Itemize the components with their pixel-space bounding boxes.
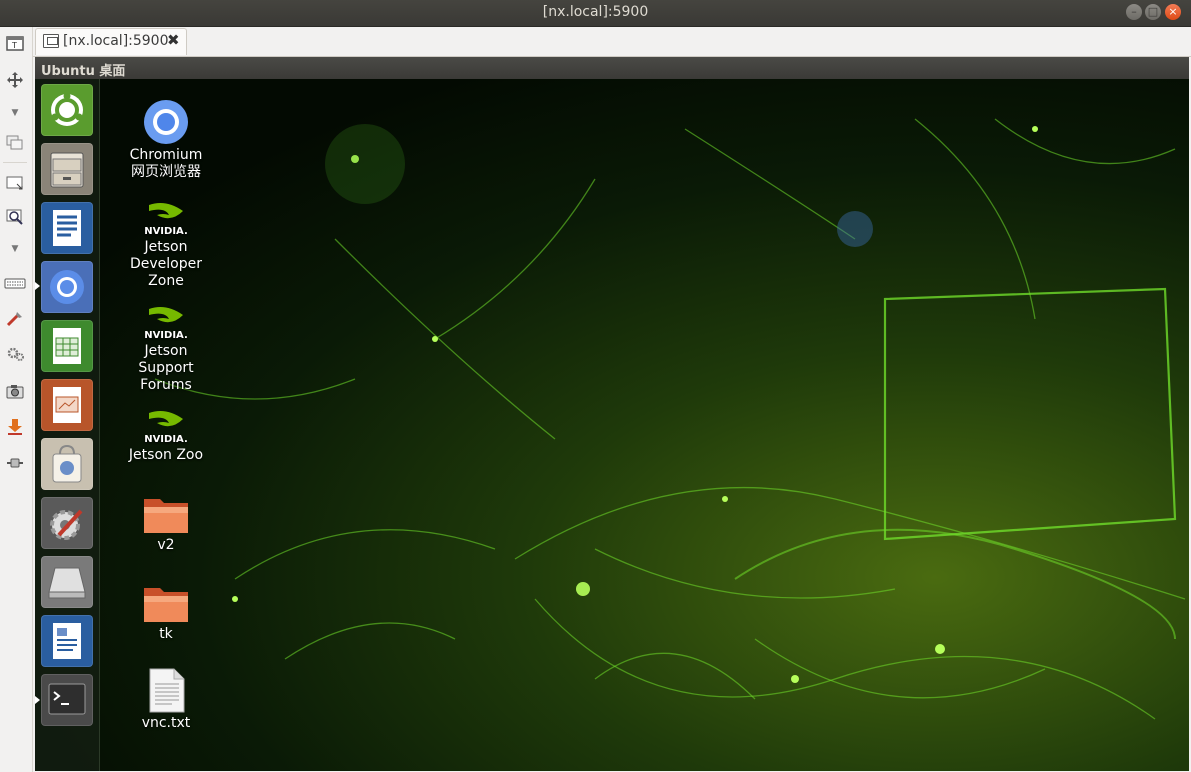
ubuntu-top-panel: Ubuntu 桌面 <box>35 57 1189 79</box>
window-title: [nx.local]:5900 <box>542 4 649 20</box>
svg-text:T: T <box>11 41 17 50</box>
nvidia-logo-icon: NVIDIA. <box>143 409 189 445</box>
desktop-icon-chromium[interactable]: Chromium 网页浏览器 <box>121 99 211 181</box>
libreoffice-impress-icon[interactable] <box>41 379 93 431</box>
desktop-icon-label: Jetson Support Forums <box>138 343 194 393</box>
dropdown-icon[interactable]: ▼ <box>9 108 21 118</box>
desktop-icon-label: Jetson Developer Zone <box>129 239 202 289</box>
drive-icon[interactable] <box>41 556 93 608</box>
desktop-icon-jetson-zoo[interactable]: NVIDIA. Jetson Zoo <box>121 409 211 464</box>
files-icon[interactable] <box>41 143 93 195</box>
desktop-icon-label: vnc.txt <box>141 715 191 731</box>
folder-icon <box>142 493 190 535</box>
plug-icon[interactable] <box>4 454 26 472</box>
chromium-icon[interactable] <box>41 261 93 313</box>
unity-launcher <box>35 79 100 771</box>
system-settings-icon[interactable] <box>41 497 93 549</box>
terminal-icon[interactable] <box>41 674 93 726</box>
settings-icon[interactable] <box>4 344 26 362</box>
window-titlebar[interactable]: [nx.local]:5900 – □ × <box>0 0 1191 27</box>
text-file-icon <box>146 667 186 713</box>
tab-nx-local[interactable]: [nx.local]:5900 ✖ <box>35 28 187 55</box>
tab-close-icon[interactable]: ✖ <box>167 31 180 49</box>
keyboard-icon[interactable] <box>4 274 26 292</box>
screenshot-icon[interactable]: T <box>4 35 26 53</box>
nvidia-logo-icon: NVIDIA. <box>143 305 189 341</box>
launcher-running-indicator <box>35 696 40 704</box>
svg-text:NVIDIA.: NVIDIA. <box>144 434 188 445</box>
dropdown-icon[interactable]: ▼ <box>9 244 21 254</box>
tab-strip: [nx.local]:5900 ✖ <box>33 27 1191 57</box>
libreoffice-writer-icon[interactable] <box>41 202 93 254</box>
remote-desktop-view[interactable]: Ubuntu 桌面 Chromium 网页浏览器 NVIDIA. Jetson … <box>35 57 1189 771</box>
desktop-icon-label: Jetson Zoo <box>128 447 204 463</box>
svg-text:NVIDIA.: NVIDIA. <box>144 226 188 237</box>
desktop-icon-folder-v2[interactable]: v2 <box>121 493 211 554</box>
camera-icon[interactable] <box>4 382 26 400</box>
desktop-icon-jetson-developer-zone[interactable]: NVIDIA. Jetson Developer Zone <box>121 201 211 290</box>
software-center-icon[interactable] <box>41 438 93 490</box>
desktop-icon-vnc-txt[interactable]: vnc.txt <box>121 667 211 732</box>
document-viewer-icon[interactable] <box>41 615 93 667</box>
desktop-icon-label: Chromium 网页浏览器 <box>129 147 203 180</box>
download-icon[interactable] <box>4 418 26 436</box>
zoom-icon[interactable] <box>4 208 26 226</box>
tools-icon[interactable] <box>4 310 26 328</box>
desktop-icon-folder-tk[interactable]: tk <box>121 582 211 643</box>
desktop-icon-jetson-support-forums[interactable]: NVIDIA. Jetson Support Forums <box>121 305 211 394</box>
chromium-icon <box>143 99 189 145</box>
launcher-running-indicator <box>35 282 40 290</box>
minimize-button[interactable]: – <box>1126 4 1142 20</box>
fullscreen-icon[interactable] <box>4 71 26 89</box>
libreoffice-calc-icon[interactable] <box>41 320 93 372</box>
windows-icon[interactable] <box>4 134 26 152</box>
close-button[interactable]: × <box>1165 4 1181 20</box>
desktop-icon-label: v2 <box>157 537 175 553</box>
viewer-toolbar: T ▼ ▼ <box>0 27 33 772</box>
nvidia-logo-icon: NVIDIA. <box>143 201 189 237</box>
desktop-icon-label: tk <box>159 626 173 642</box>
toolbar-divider <box>3 162 27 163</box>
ubuntu-dash-icon[interactable] <box>41 84 93 136</box>
resize-icon[interactable] <box>4 174 26 192</box>
folder-icon <box>142 582 190 624</box>
panel-title: Ubuntu 桌面 <box>41 64 126 79</box>
remote-desktop-icon <box>43 34 59 48</box>
svg-text:NVIDIA.: NVIDIA. <box>144 330 188 341</box>
tab-label: [nx.local]:5900 <box>63 33 169 49</box>
maximize-button[interactable]: □ <box>1145 4 1161 20</box>
